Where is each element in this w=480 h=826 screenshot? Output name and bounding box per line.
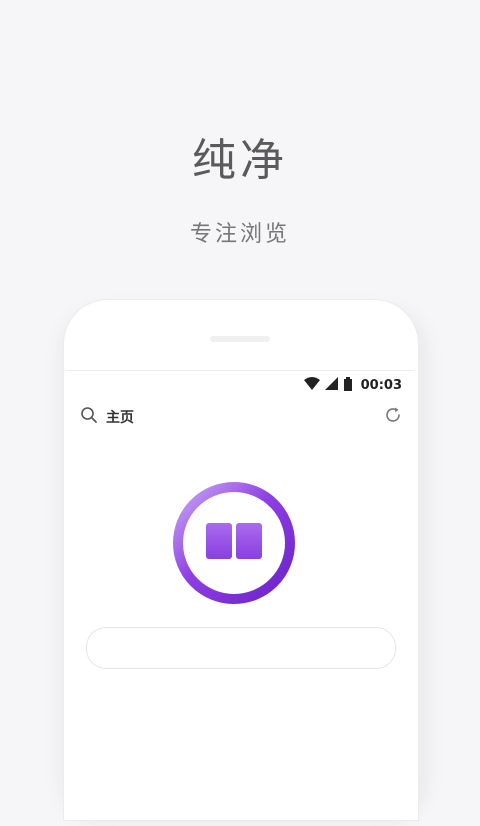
refresh-icon[interactable]: [384, 406, 402, 428]
address-input[interactable]: [86, 627, 396, 669]
home-title: 主页: [106, 410, 134, 426]
search-icon[interactable]: [80, 406, 98, 428]
browser-toolbar: 主页: [80, 405, 402, 429]
signal-icon: [324, 376, 339, 395]
phone-speaker: [210, 336, 270, 342]
wifi-icon: [303, 376, 320, 395]
promo-subline: 专注浏览: [189, 222, 290, 247]
app-logo: [172, 481, 296, 605]
status-bar: 00:03: [303, 375, 402, 395]
promo-headline: 纯净: [192, 135, 288, 186]
phone-screen: 00:03 主页: [66, 370, 414, 801]
status-time: 00:03: [360, 377, 402, 393]
battery-icon: [343, 376, 352, 395]
